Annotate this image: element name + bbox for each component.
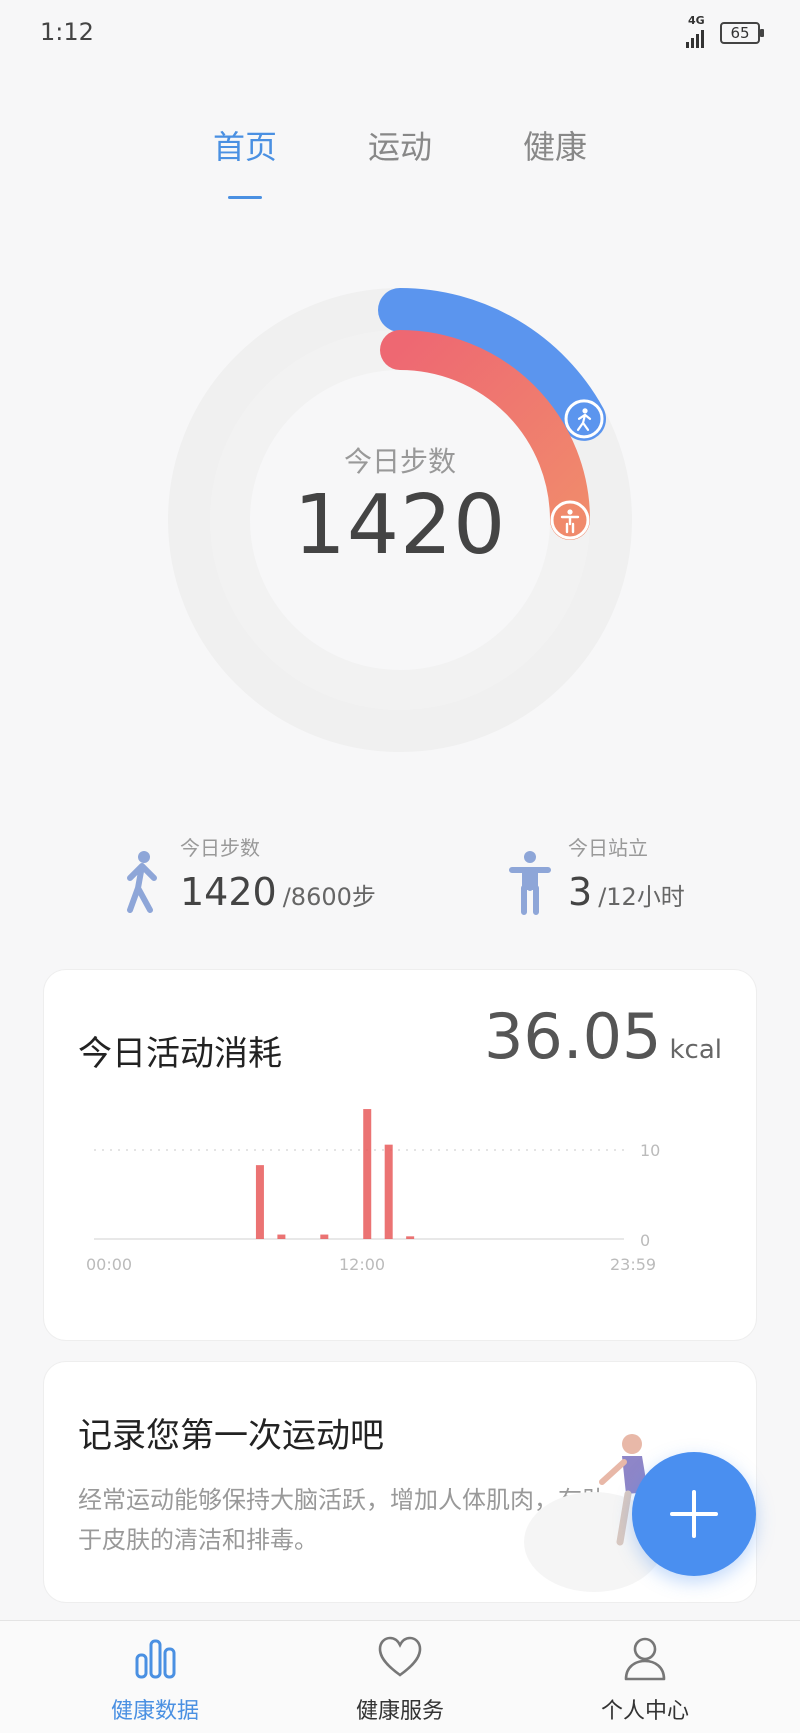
calories-readout: 36.05 kcal (484, 1000, 722, 1073)
network-type: 4G (688, 14, 705, 27)
person-icon (624, 1637, 666, 1681)
nav-health-services[interactable]: 健康服务 (300, 1621, 500, 1733)
workout-card-title: 记录您第一次运动吧 (78, 1416, 384, 1456)
tab-exercise[interactable]: 运动 (335, 122, 465, 168)
standing-person-icon (509, 851, 551, 915)
steps-label: 今日步数 (180, 836, 260, 860)
card-title: 今日活动消耗 (78, 1034, 282, 1074)
x-tick-label: 12:00 (339, 1255, 385, 1274)
tab-exercise-label: 运动 (367, 128, 432, 166)
tab-home[interactable]: 首页 (180, 122, 310, 199)
stand-label: 今日站立 (568, 836, 648, 860)
steps-goal: /8600步 (282, 883, 376, 911)
walk-icon (564, 399, 604, 439)
activity-calories-card[interactable]: 今日活动消耗 36.05 kcal 10 0 00:00 12:00 23:59 (44, 970, 756, 1340)
tab-health-label: 健康 (522, 128, 587, 166)
y-tick-label: 0 (640, 1231, 650, 1250)
nav-personal-center-label: 个人中心 (600, 1699, 689, 1724)
ring-center: 今日步数 1420 (160, 440, 640, 572)
chart-bar (320, 1234, 329, 1239)
add-workout-button[interactable] (632, 1452, 756, 1576)
ring-step-count: 1420 (293, 478, 507, 573)
bottom-navigation: 健康数据 健康服务 个人中心 (0, 1620, 800, 1733)
chart-bars (255, 1109, 415, 1239)
nav-health-services-label: 健康服务 (355, 1699, 444, 1724)
heart-icon (378, 1636, 422, 1677)
daily-stats: 今日步数 1420/8600步 今日站立 3/12小时 (0, 832, 800, 932)
nav-health-data[interactable]: 健康数据 (55, 1621, 255, 1733)
nav-health-data-label: 健康数据 (110, 1699, 199, 1724)
battery-icon: 65 (720, 22, 764, 44)
stand-goal: /12小时 (598, 883, 685, 911)
top-tabs: 首页 运动 健康 (0, 122, 800, 202)
status-bar: 1:12 4G 65 (0, 0, 800, 70)
activity-ring[interactable]: 今日步数 1420 (160, 280, 640, 760)
calories-unit: kcal (669, 1035, 722, 1065)
ring-label: 今日步数 (343, 445, 456, 478)
active-tab-indicator (228, 196, 262, 199)
bar-chart-icon (135, 1639, 176, 1679)
x-tick-label: 23:59 (610, 1255, 656, 1274)
chart-bar (277, 1234, 286, 1239)
battery-level: 65 (730, 24, 750, 42)
chart-bar (406, 1236, 415, 1239)
stand-value: 3 (568, 870, 593, 914)
calories-value: 36.05 (483, 1000, 662, 1073)
signal-icon: 4G (684, 14, 714, 48)
y-tick-label: 10 (640, 1141, 660, 1160)
chart-bar (363, 1109, 372, 1239)
nav-personal-center[interactable]: 个人中心 (545, 1621, 745, 1733)
chart-bar (255, 1165, 264, 1239)
tab-health[interactable]: 健康 (490, 122, 620, 168)
walking-person-icon (127, 851, 157, 913)
x-tick-label: 00:00 (86, 1255, 132, 1274)
hourly-calories-chart: 10 0 00:00 12:00 23:59 (86, 1109, 660, 1274)
status-time: 1:12 (40, 18, 94, 46)
chart-bar (384, 1144, 393, 1239)
steps-value: 1420 (180, 870, 277, 914)
tab-home-label: 首页 (212, 128, 277, 166)
